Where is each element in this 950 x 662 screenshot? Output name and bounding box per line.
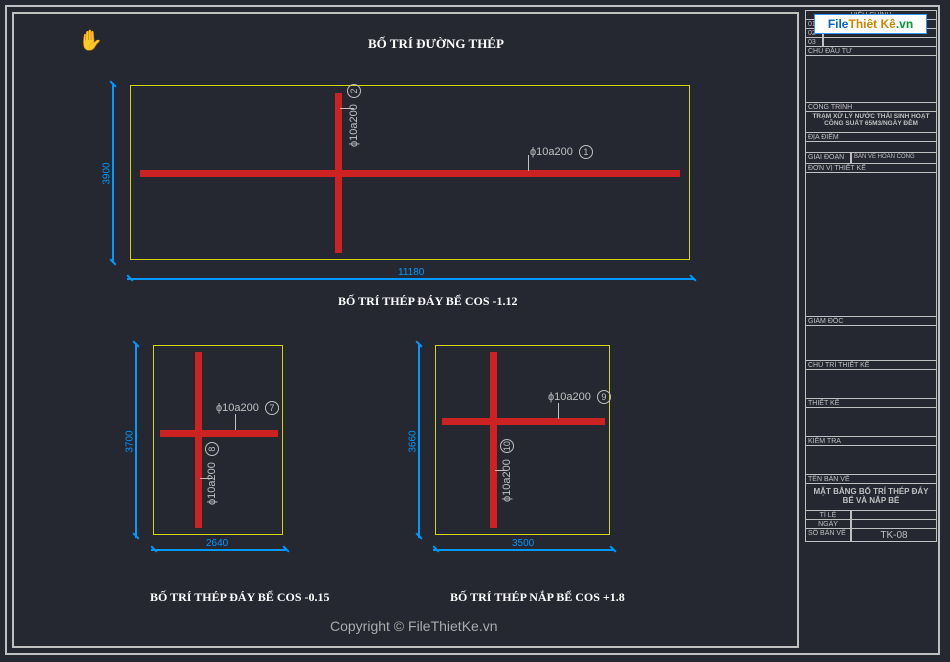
rebar-v-8 [195, 352, 202, 528]
leader-7 [235, 414, 236, 430]
dim-left-h: 3700 [125, 430, 136, 452]
dim-h-left [151, 549, 286, 551]
tb-donvi-val [805, 172, 937, 317]
watermark: Copyright © FileThietKe.vn [330, 618, 498, 634]
rebar-v-10 [490, 352, 497, 528]
logo: FileThiêt Kê.vn [814, 14, 927, 34]
dim-right-h: 3660 [408, 430, 419, 452]
dim-right-w: 3500 [512, 538, 534, 549]
tb-tenbanve-val: MẶT BẰNG BỐ TRÍ THÉP ĐÁY BỂ VÀ NẮP BỂ [805, 483, 937, 511]
rebar-label-9: ϕ10a200 9 [548, 390, 611, 404]
rebar-label-8: ϕ10a200 8 [205, 442, 219, 505]
tb-giamdoc-val [805, 325, 937, 361]
left-rect [153, 345, 283, 535]
rebar-h-7 [160, 430, 278, 437]
rebar-tag-7: 7 [265, 401, 279, 415]
tb-r3: 03 [805, 37, 823, 47]
pan-cursor-icon: ✋ [78, 28, 103, 53]
rebar-label-1: ϕ10a200 1 [530, 145, 593, 159]
rebar-label-2: ϕ10a200 2 [347, 84, 361, 147]
dim-h-right [433, 549, 613, 551]
title-block: HIỆU CHỈNH 01 02 03 CHỦ ĐẦU TƯ CÔNG TRÌN… [805, 12, 937, 648]
tb-giaidoan: GIAI ĐOẠN [805, 152, 851, 164]
main-title: BỐ TRÍ ĐƯỜNG THÉP [368, 36, 504, 52]
rebar-tag-1: 1 [579, 145, 593, 159]
sub-title-2: BỐ TRÍ THÉP ĐÁY BỂ COS -0.15 [150, 590, 329, 605]
rebar-tag-2: 2 [347, 84, 361, 98]
right-rect [435, 345, 610, 535]
dim-left-w: 2640 [206, 538, 228, 549]
tb-r3b [823, 37, 937, 47]
logo-vn: .vn [896, 17, 913, 31]
sub-title-1: BỐ TRÍ THÉP ĐÁY BỂ COS -1.12 [338, 294, 517, 309]
tb-sobanve: SỐ BẢN VẼ [805, 528, 851, 542]
tb-sobanve-val: TK-08 [851, 528, 937, 542]
tb-chutri-val [805, 369, 937, 399]
rebar-spec-8: ϕ10a200 [206, 462, 218, 505]
tb-congtrinh-val: TRẠM XỬ LÝ NƯỚC THẢI SINH HOẠT CÔNG SUẤT… [805, 111, 937, 133]
dim-top-w: 11180 [398, 267, 424, 278]
rebar-h-1 [140, 170, 680, 177]
rebar-tag-10: 10 [500, 439, 514, 453]
rebar-spec-1: ϕ10a200 [530, 146, 573, 158]
dim-h-top [127, 278, 694, 280]
rebar-spec-10: ϕ10a200 [501, 459, 513, 502]
tb-kiemtra-val [805, 445, 937, 475]
sub-title-3: BỐ TRÍ THÉP NẮP BỂ COS +1.8 [450, 590, 625, 605]
rebar-tag-8: 8 [205, 442, 219, 456]
dim-top-h: 3900 [102, 162, 113, 184]
tb-chudautu-val [805, 55, 937, 103]
tb-thietke-val [805, 407, 937, 437]
rebar-spec-7: ϕ10a200 [216, 402, 259, 414]
rebar-tag-9: 9 [597, 390, 611, 404]
tb-banve: BẢN VẼ HOÀN CÔNG [851, 152, 937, 164]
rebar-v-2 [335, 93, 342, 253]
leader-1 [528, 155, 529, 171]
rebar-label-10: ϕ10a200 10 [500, 439, 514, 502]
rebar-spec-2: ϕ10a200 [348, 104, 360, 147]
rebar-h-9 [442, 418, 605, 425]
logo-tk: Thiêt Kê [848, 17, 895, 31]
logo-file: File [828, 17, 849, 31]
leader-9 [558, 403, 559, 419]
rebar-label-7: ϕ10a200 7 [216, 401, 279, 415]
rebar-spec-9: ϕ10a200 [548, 391, 591, 403]
